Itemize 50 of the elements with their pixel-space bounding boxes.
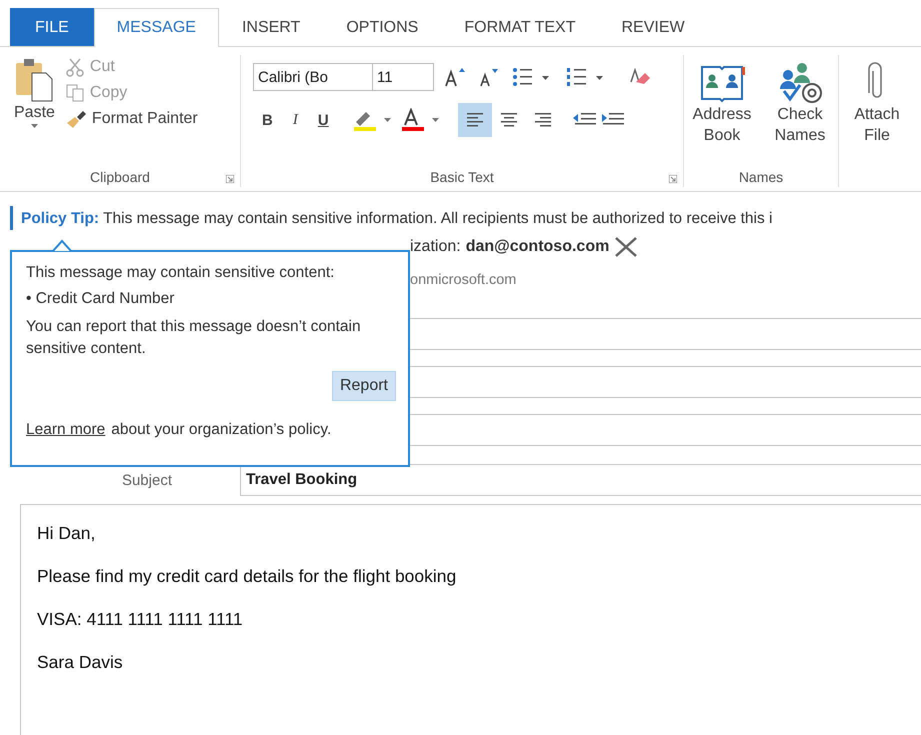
- align-button[interactable]: [458, 103, 492, 137]
- body-line: VISA: 4111 1111 1111 1111: [37, 609, 244, 630]
- ribbon-tab[interactable]: INSERT: [218, 8, 324, 46]
- font-name: Calibri (Bo: [254, 64, 373, 90]
- grow-font-icon[interactable]: [444, 66, 468, 88]
- ribbon-tab[interactable]: FILE: [10, 8, 94, 46]
- scissors-icon: [64, 57, 85, 77]
- body-line: Please find my credit card details for the flight booking: [37, 566, 458, 587]
- popup-heading: This message may contain sensitive content:: [26, 264, 336, 282]
- dialog-launcher-icon[interactable]: [669, 175, 677, 183]
- paste-button[interactable]: Paste: [10, 55, 59, 167]
- font-size: 11: [376, 68, 394, 88]
- dialog-launcher-icon[interactable]: [226, 175, 234, 183]
- copy-icon: [64, 83, 85, 103]
- check-names-button[interactable]: Check Names: [762, 59, 838, 167]
- caret-icon: [30, 124, 38, 128]
- format-painter-button[interactable]: Format Painter: [62, 107, 200, 131]
- policy-tip-label: Policy Tip:: [21, 210, 100, 228]
- align-icon: [500, 113, 517, 127]
- popup-list-item: • Credit Card Number: [26, 290, 176, 308]
- recipient-email: dan@contoso.com: [466, 238, 610, 256]
- from-address: onmicrosoft.com: [410, 272, 516, 288]
- underline-button[interactable]: U: [308, 108, 338, 132]
- body-line: Sara Davis: [37, 652, 124, 673]
- address-book-button[interactable]: Address Book: [684, 59, 760, 167]
- ribbon-tab[interactable]: OPTIONS: [323, 8, 442, 46]
- attach-file-button[interactable]: Attach File: [843, 59, 911, 187]
- font-combo[interactable]: Calibri (Bo 11: [253, 63, 434, 91]
- body-line: Hi Dan,: [37, 523, 96, 544]
- learn-more-link[interactable]: Learn more: [26, 420, 106, 439]
- group-label: Names: [738, 169, 784, 185]
- align-icon: [466, 113, 483, 127]
- ribbon-tab[interactable]: MESSAGE: [94, 8, 219, 47]
- message-body[interactable]: Hi Dan, Please find my credit card details for the flight booking VISA: 4111 1111 1111 1111 Sara Davis: [20, 504, 921, 735]
- italic-button[interactable]: I: [284, 108, 307, 132]
- ribbon-tab[interactable]: FORMAT TEXT: [441, 8, 598, 46]
- ribbon-tab[interactable]: REVIEW: [598, 8, 708, 46]
- bold-button[interactable]: B: [253, 108, 282, 132]
- popup-note: You can report that this message doesn’t contain sensitive content.: [26, 317, 362, 360]
- subject-label: Subject: [120, 472, 173, 488]
- paintbrush-icon: [64, 109, 87, 129]
- close-icon[interactable]: [614, 236, 638, 258]
- group-label: Clipboard: [90, 169, 150, 185]
- clipboard-icon: [14, 57, 54, 103]
- policy-tip-text: This message may contain sensitive information. All recipients must be authorized to receive this i: [103, 210, 772, 228]
- group-label: Basic Text: [430, 169, 494, 185]
- external-notice-text: ization:: [410, 238, 461, 256]
- policy-text: about your organization’s policy.: [111, 420, 332, 439]
- align-icon: [534, 113, 551, 127]
- report-button[interactable]: Report: [332, 370, 396, 401]
